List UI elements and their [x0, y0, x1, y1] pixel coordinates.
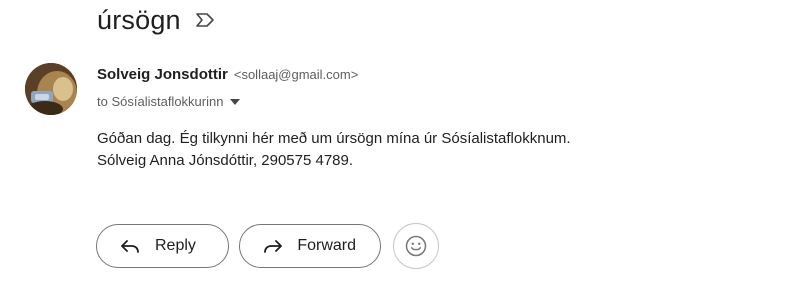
subject-row: úrsögn: [97, 0, 215, 40]
forward-label: Forward: [297, 237, 356, 254]
forward-button[interactable]: Forward: [239, 224, 381, 268]
chevron-down-icon[interactable]: [230, 97, 241, 107]
label-arrow-icon[interactable]: [195, 11, 215, 29]
action-buttons: Reply Forward: [96, 223, 439, 269]
email-view: úrsögn Solveig Jonsdottir <sollaaj@gmail…: [0, 0, 800, 301]
sender-email: <sollaaj@gmail.com>: [233, 67, 359, 82]
reply-button[interactable]: Reply: [96, 224, 229, 268]
avatar[interactable]: [25, 63, 77, 115]
recipient-label: to Sósíalistaflokkurinn: [97, 94, 224, 109]
sender-row: Solveig Jonsdottir <sollaaj@gmail.com>: [97, 66, 358, 83]
email-body: Góðan dag. Ég tilkynni hér með um úrsögn…: [97, 128, 571, 172]
smiley-icon: [405, 235, 427, 257]
body-line: Sólveig Anna Jónsdóttir, 290575 4789.: [97, 152, 354, 169]
body-line: Góðan dag. Ég tilkynni hér með um úrsögn…: [97, 130, 571, 147]
emoji-react-button[interactable]: [393, 223, 439, 269]
forward-arrow-icon: [262, 235, 283, 257]
email-subject: úrsögn: [97, 4, 181, 35]
sender-name[interactable]: Solveig Jonsdottir: [97, 66, 228, 83]
recipient-row: to Sósíalistaflokkurinn: [97, 94, 241, 109]
reply-label: Reply: [155, 237, 196, 254]
reply-arrow-icon: [119, 235, 141, 257]
